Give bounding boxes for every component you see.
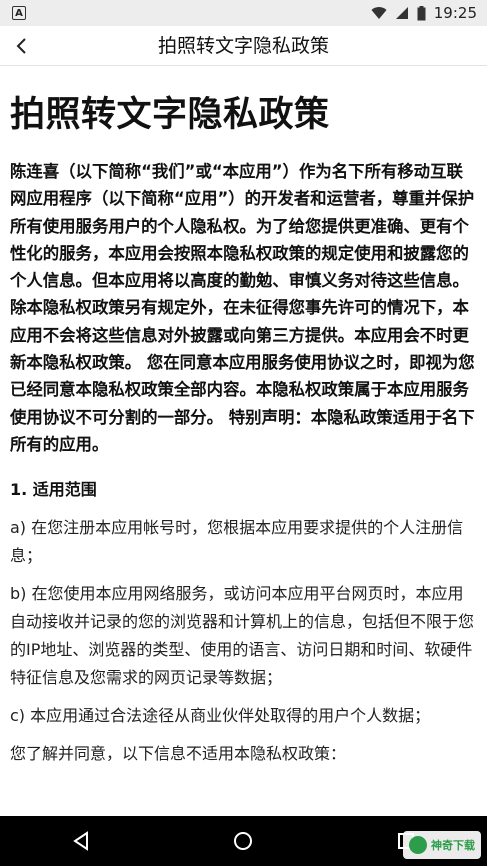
cellular-signal-icon [395, 7, 408, 19]
watermark-text: 神奇下载 [431, 839, 475, 852]
nav-back-icon [73, 831, 89, 851]
status-bar: A 19:25 [0, 0, 487, 26]
nav-back-button[interactable] [51, 816, 111, 866]
page-heading: 拍照转文字隐私政策 [10, 95, 330, 135]
notification-icon: A [12, 6, 26, 20]
nav-home-icon [234, 832, 253, 850]
scope-item-b: b) 在您使用本应用网络服务，或访问本应用平台网页时，本应用自动接收并记录的您的… [10, 584, 475, 688]
intro-paragraph: 陈连喜（以下简称“我们”或“本应用”）作为名下所有移动互联网应用程序（以下简称“… [10, 162, 475, 454]
section-title: 1. 适用范围 [10, 480, 97, 500]
app-bar-title: 拍照转文字隐私政策 [157, 35, 329, 57]
battery-icon [417, 5, 426, 20]
app-bar: 拍照转文字隐私政策 [0, 26, 487, 66]
status-left: A [12, 6, 26, 20]
scope-item-a: a) 在您注册本应用帐号时，您根据本应用要求提供的个人注册信息； [10, 518, 464, 566]
policy-content[interactable]: 拍照转文字隐私政策 陈连喜（以下简称“我们”或“本应用”）作为名下所有移动互联网… [0, 66, 487, 816]
scope-item-c: c) 本应用通过合法途径从商业伙伴处取得的用户个人数据； [10, 706, 431, 726]
status-time: 19:25 [433, 4, 477, 22]
nav-home-button[interactable] [213, 816, 273, 866]
wifi-icon [371, 7, 387, 20]
status-right: 19:25 [371, 4, 477, 22]
watermark-logo: 神奇下载 [403, 831, 481, 859]
exclusion-paragraph: 您了解并同意，以下信息不适用本隐私权政策： [10, 744, 347, 764]
watermark-icon [409, 836, 427, 854]
